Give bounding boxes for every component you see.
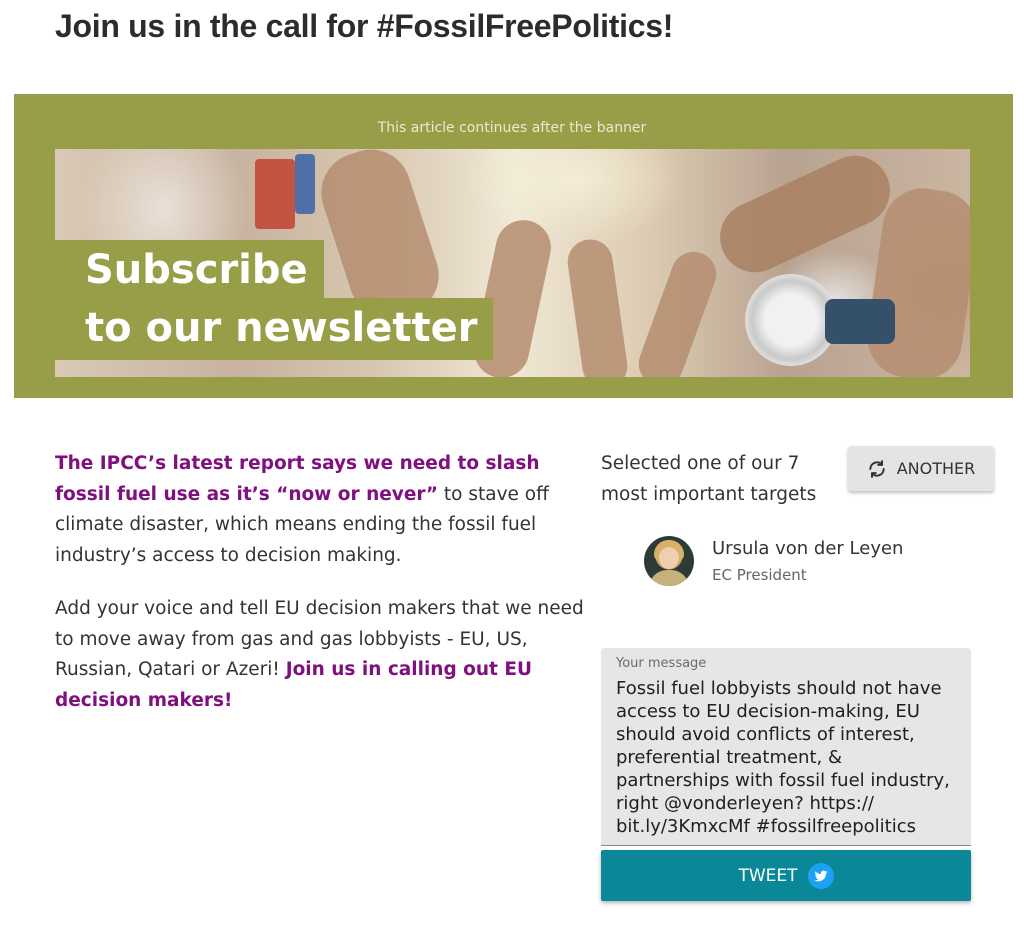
message-field[interactable]: Your message Fossil fuel lobbyists shoul… xyxy=(601,648,971,846)
banner-headline-line1: Subscribe xyxy=(55,240,324,298)
article-paragraph-2: Add your voice and tell EU decision make… xyxy=(55,594,585,716)
target-role: EC President xyxy=(712,566,807,584)
banner-headline-line2: to our newsletter xyxy=(55,298,494,360)
twitter-icon xyxy=(807,862,834,889)
page-title: Join us in the call for #FossilFreePolit… xyxy=(55,8,674,44)
article-paragraph-1: The IPCC’s latest report says we need to… xyxy=(55,449,585,571)
tweet-button-label: TWEET xyxy=(738,865,798,886)
banner-note: This article continues after the banner xyxy=(377,120,647,136)
another-target-button[interactable]: ANOTHER xyxy=(848,446,994,491)
target-selection-label: Selected one of our 7 most important tar… xyxy=(601,453,817,505)
refresh-icon xyxy=(869,459,885,478)
message-textarea[interactable]: Fossil fuel lobbyists should not have ac… xyxy=(616,677,961,838)
tweet-button[interactable]: TWEET xyxy=(601,850,971,901)
another-button-label: ANOTHER xyxy=(896,459,976,478)
message-label: Your message xyxy=(616,656,707,671)
target-name: Ursula von der Leyen xyxy=(712,538,904,559)
avatar xyxy=(644,536,694,586)
